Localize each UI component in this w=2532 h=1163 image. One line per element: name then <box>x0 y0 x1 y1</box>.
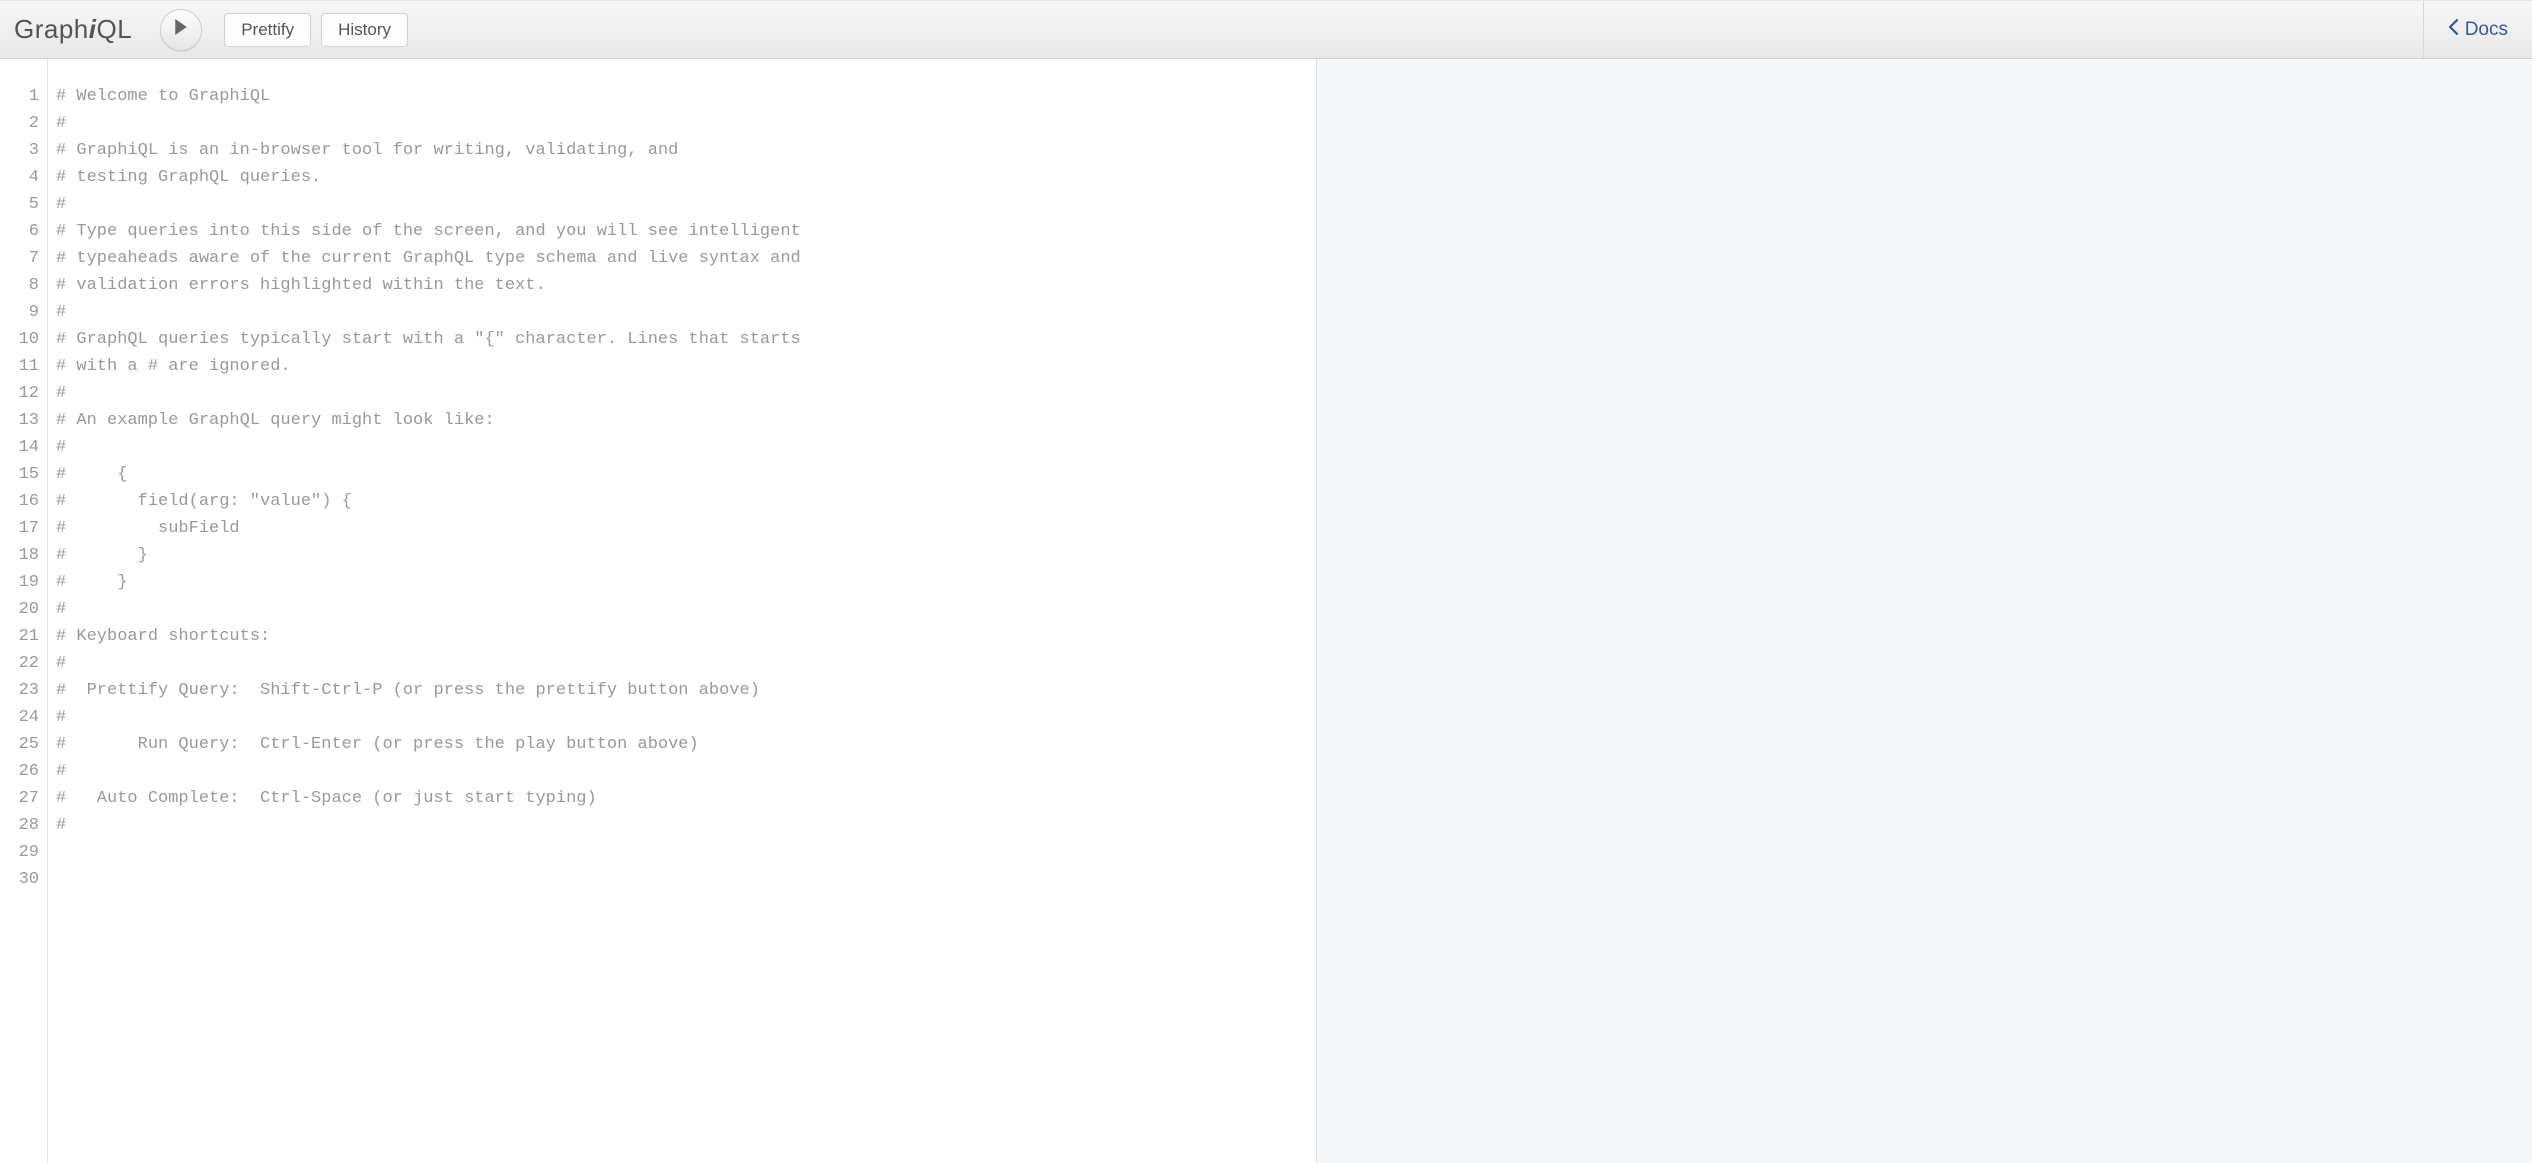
line-number: 25 <box>0 731 47 758</box>
line-number: 18 <box>0 542 47 569</box>
line-number: 21 <box>0 623 47 650</box>
line-number: 22 <box>0 650 47 677</box>
code-line[interactable]: # with a # are ignored. <box>56 353 1316 380</box>
docs-label: Docs <box>2465 19 2508 41</box>
code-line[interactable] <box>56 866 1316 893</box>
code-line[interactable]: # <box>56 704 1316 731</box>
line-number: 12 <box>0 380 47 407</box>
line-number: 4 <box>0 164 47 191</box>
toolbar: GraphiQL Prettify History Docs <box>0 0 2532 59</box>
results-pane <box>1317 59 2532 1163</box>
code-line[interactable]: # testing GraphQL queries. <box>56 164 1316 191</box>
line-number: 14 <box>0 434 47 461</box>
code-line[interactable]: # An example GraphQL query might look li… <box>56 407 1316 434</box>
code-line[interactable]: # Welcome to GraphiQL <box>56 83 1316 110</box>
line-number: 20 <box>0 596 47 623</box>
code-line[interactable]: # Prettify Query: Shift-Ctrl-P (or press… <box>56 677 1316 704</box>
line-number: 5 <box>0 191 47 218</box>
line-number: 28 <box>0 812 47 839</box>
play-icon <box>174 19 188 40</box>
chevron-left-icon <box>2448 19 2459 40</box>
line-number: 2 <box>0 110 47 137</box>
line-number: 13 <box>0 407 47 434</box>
code-line[interactable]: # typeaheads aware of the current GraphQ… <box>56 245 1316 272</box>
line-number: 9 <box>0 299 47 326</box>
line-number: 23 <box>0 677 47 704</box>
code-line[interactable]: # <box>56 434 1316 461</box>
code-line[interactable]: # <box>56 191 1316 218</box>
code-line[interactable]: # GraphQL queries typically start with a… <box>56 326 1316 353</box>
query-editor[interactable]: 1234567891011121314151617181920212223242… <box>0 59 1317 1163</box>
line-number: 19 <box>0 569 47 596</box>
line-number-gutter: 1234567891011121314151617181920212223242… <box>0 59 48 1163</box>
graphiql-logo: GraphiQL <box>14 14 132 45</box>
code-line[interactable]: # { <box>56 461 1316 488</box>
code-line[interactable]: # <box>56 596 1316 623</box>
code-line[interactable]: # Type queries into this side of the scr… <box>56 218 1316 245</box>
line-number: 24 <box>0 704 47 731</box>
line-number: 7 <box>0 245 47 272</box>
code-line[interactable]: # <box>56 650 1316 677</box>
code-line[interactable]: # } <box>56 542 1316 569</box>
line-number: 30 <box>0 866 47 893</box>
code-line[interactable]: # validation errors highlighted within t… <box>56 272 1316 299</box>
line-number: 1 <box>0 83 47 110</box>
line-number: 15 <box>0 461 47 488</box>
code-line[interactable]: # GraphiQL is an in-browser tool for wri… <box>56 137 1316 164</box>
docs-toggle[interactable]: Docs <box>2423 1 2532 58</box>
code-line[interactable]: # Auto Complete: Ctrl-Space (or just sta… <box>56 785 1316 812</box>
execute-button[interactable] <box>160 9 202 51</box>
code-line[interactable]: # Run Query: Ctrl-Enter (or press the pl… <box>56 731 1316 758</box>
code-line[interactable]: # <box>56 812 1316 839</box>
history-button[interactable]: History <box>321 13 408 47</box>
line-number: 6 <box>0 218 47 245</box>
code-line[interactable]: # } <box>56 569 1316 596</box>
line-number: 8 <box>0 272 47 299</box>
code-line[interactable]: # field(arg: "value") { <box>56 488 1316 515</box>
code-line[interactable]: # subField <box>56 515 1316 542</box>
code-line[interactable]: # <box>56 299 1316 326</box>
line-number: 17 <box>0 515 47 542</box>
line-number: 26 <box>0 758 47 785</box>
prettify-button[interactable]: Prettify <box>224 13 311 47</box>
code-area[interactable]: # Welcome to GraphiQL## GraphiQL is an i… <box>48 59 1316 1163</box>
line-number: 3 <box>0 137 47 164</box>
code-line[interactable]: # Keyboard shortcuts: <box>56 623 1316 650</box>
line-number: 29 <box>0 839 47 866</box>
main-area: 1234567891011121314151617181920212223242… <box>0 59 2532 1163</box>
code-line[interactable]: # <box>56 380 1316 407</box>
code-line[interactable]: # <box>56 758 1316 785</box>
line-number: 16 <box>0 488 47 515</box>
line-number: 27 <box>0 785 47 812</box>
line-number: 11 <box>0 353 47 380</box>
code-line[interactable]: # <box>56 110 1316 137</box>
line-number: 10 <box>0 326 47 353</box>
code-line[interactable] <box>56 839 1316 866</box>
